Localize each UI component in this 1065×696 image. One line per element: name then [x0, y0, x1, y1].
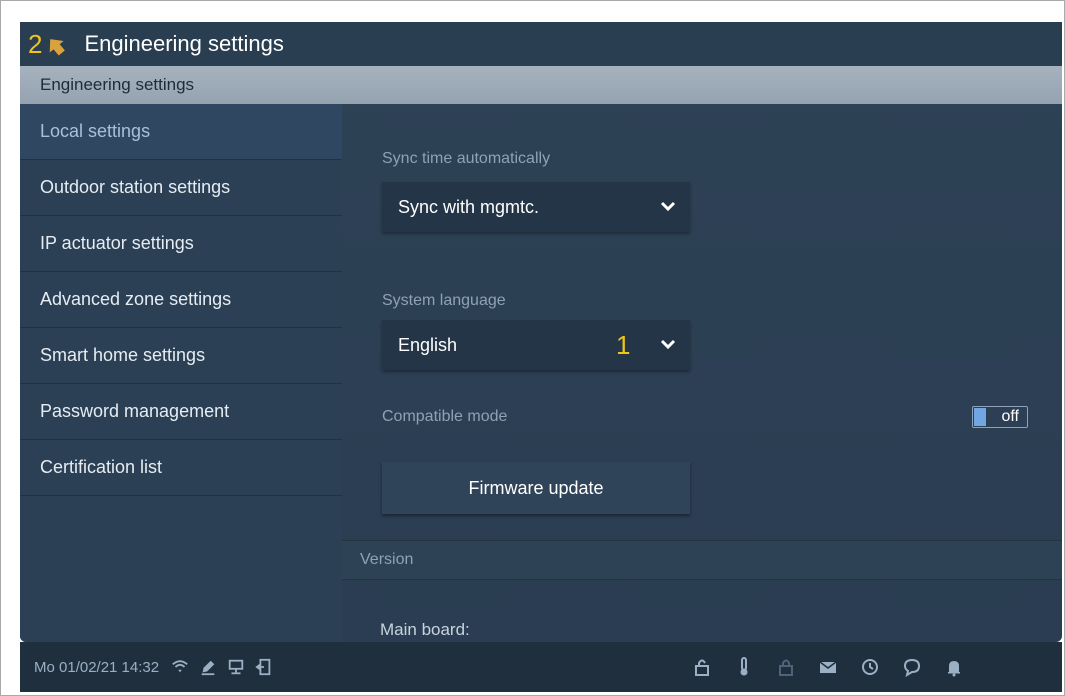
exit-door-icon: [255, 658, 271, 676]
toggle-state: off: [1001, 408, 1020, 425]
compatible-mode-toggle[interactable]: off: [972, 406, 1028, 428]
device-screen: 2 Engineering settings Engineering setti…: [20, 22, 1062, 642]
section-header: Engineering settings: [20, 66, 1062, 104]
sidebar-item-label: Certification list: [40, 457, 163, 477]
callout-marker: 1: [616, 330, 631, 360]
sidebar-item-label: Local settings: [40, 121, 151, 141]
top-bar: 2 Engineering settings: [20, 22, 1062, 66]
status-icons-left: [171, 658, 273, 676]
status-icons-right: [692, 657, 986, 677]
system-language-dropdown[interactable]: English 1: [382, 320, 690, 370]
firmware-update-button[interactable]: Firmware update: [382, 462, 690, 514]
sidebar-item-outdoor-station-settings[interactable]: Outdoor station settings: [20, 160, 342, 216]
sidebar-item-label: Password management: [40, 401, 230, 421]
sidebar-item-ip-actuator-settings[interactable]: IP actuator settings: [20, 216, 342, 272]
sync-time-dropdown[interactable]: Sync with mgmtc.: [382, 182, 690, 232]
system-language-label: System language: [382, 292, 506, 309]
settings-panel: Sync time automatically Sync with mgmtc.…: [342, 104, 1062, 642]
main-board-label: Main board:: [380, 620, 470, 639]
sync-time-label: Sync time automatically: [382, 150, 551, 167]
page-number: 2: [28, 29, 43, 59]
version-section-label: Version: [360, 551, 414, 568]
sidebar-item-password-management[interactable]: Password management: [20, 384, 342, 440]
sidebar-item-label: Advanced zone settings: [40, 289, 232, 309]
sidebar-item-label: Outdoor station settings: [40, 177, 231, 197]
sidebar-item-certification-list[interactable]: Certification list: [20, 440, 342, 496]
sidebar-item-label: Smart home settings: [40, 345, 206, 365]
version-section-header: Version: [342, 540, 1062, 580]
sync-time-value: Sync with mgmtc.: [398, 196, 540, 217]
date-time: Mo 01/02/21 14:32: [34, 658, 160, 676]
status-bar: Mo 01/02/21 14:32: [20, 642, 1062, 692]
sidebar-item-advanced-zone-settings[interactable]: Advanced zone settings: [20, 272, 342, 328]
chat-icon[interactable]: [902, 657, 922, 677]
mail-icon[interactable]: [818, 657, 838, 677]
firmware-update-label: Firmware update: [468, 477, 604, 498]
toggle-knob: [974, 408, 986, 426]
section-header-label: Engineering settings: [40, 75, 195, 94]
edit-icon: [201, 660, 215, 676]
sidebar-item-smart-home-settings[interactable]: Smart home settings: [20, 328, 342, 384]
chevron-down-icon: [660, 339, 676, 350]
page-title: Engineering settings: [84, 31, 284, 56]
bell-icon[interactable]: [944, 657, 964, 677]
compatible-mode-label: Compatible mode: [382, 408, 508, 425]
monitor-icon: [228, 659, 244, 675]
chevron-down-icon: [660, 201, 676, 212]
sidebar-item-label: IP actuator settings: [40, 233, 194, 253]
back-arrow-icon[interactable]: [44, 34, 68, 58]
history-icon[interactable]: [860, 657, 880, 677]
lock-icon[interactable]: [692, 657, 712, 677]
lock-dim-icon[interactable]: [776, 657, 796, 677]
wifi-icon: [172, 660, 188, 673]
sidebar: Local settings Outdoor station settings …: [20, 104, 342, 642]
thermometer-icon[interactable]: [734, 657, 754, 677]
system-language-value: English: [398, 334, 458, 355]
sidebar-item-local-settings[interactable]: Local settings: [20, 104, 342, 160]
